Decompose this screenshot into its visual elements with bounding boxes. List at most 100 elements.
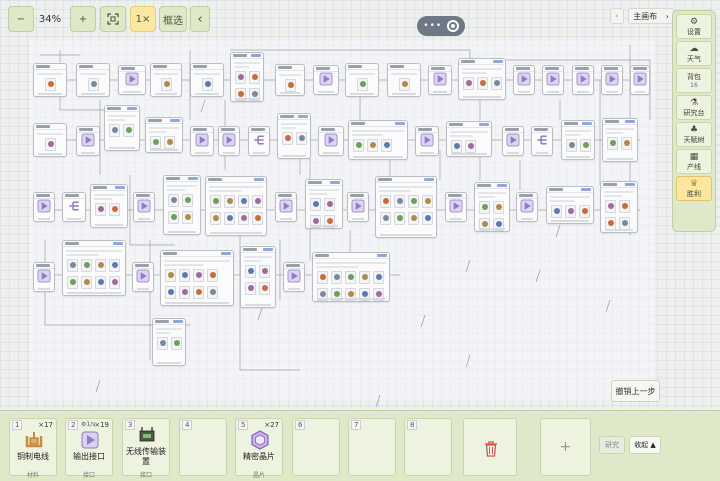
- machine-node[interactable]: [240, 246, 276, 308]
- machine-node[interactable]: [163, 175, 201, 235]
- trash-slot[interactable]: [463, 418, 517, 476]
- machine-node[interactable]: [474, 182, 510, 232]
- factory-canvas[interactable]: [0, 0, 720, 410]
- machine-node[interactable]: [602, 118, 638, 162]
- output-port-node[interactable]: [218, 126, 240, 156]
- machine-node[interactable]: [62, 240, 126, 296]
- machine-node[interactable]: [33, 63, 67, 97]
- hotbar-slot-2[interactable]: 2 ⚙1/s ×19 输出接口 接口: [65, 418, 113, 479]
- slot-number: 8: [407, 420, 418, 430]
- machine-node[interactable]: [277, 113, 311, 159]
- machine-node[interactable]: [312, 252, 390, 302]
- speed-button[interactable]: 1×: [130, 6, 156, 32]
- collapse-hotbar-button[interactable]: 收起 ▲: [629, 436, 661, 454]
- output-port-node[interactable]: [318, 126, 344, 156]
- output-port-node[interactable]: [347, 192, 369, 222]
- box-select-button[interactable]: 框选: [159, 6, 187, 32]
- right-sidebar: ⚙ 设置 ☁ 天气 背包 16 ⚗ 研究台 ♣ 天赋树 ▦ 产线 ♛ 胜利: [672, 10, 716, 232]
- sidebar-item-label: 胜利: [687, 189, 701, 198]
- machine-node[interactable]: [90, 184, 128, 228]
- canvas-back-button[interactable]: ‹: [610, 8, 624, 24]
- hotbar-slot-7[interactable]: 7: [348, 418, 396, 476]
- hotbar-slot-6[interactable]: 6: [292, 418, 340, 476]
- output-port-node[interactable]: [313, 65, 339, 95]
- tree-icon: ♣: [689, 124, 699, 135]
- sidebar-item-settings[interactable]: ⚙ 设置: [676, 14, 712, 39]
- machine-node[interactable]: [160, 250, 234, 306]
- output-port-node[interactable]: [33, 262, 55, 292]
- machine-node[interactable]: [345, 63, 379, 97]
- output-port-node[interactable]: [415, 126, 439, 156]
- research-button[interactable]: 研究: [599, 436, 625, 454]
- output-port-node[interactable]: [133, 192, 155, 222]
- output-port-node[interactable]: [572, 65, 594, 95]
- undo-button[interactable]: 撤销上一步: [611, 380, 660, 402]
- view-mode-toggle[interactable]: •••: [417, 16, 465, 36]
- sidebar-item-research[interactable]: ⚗ 研究台: [676, 95, 712, 120]
- sidebar-item-victory[interactable]: ♛ 胜利: [676, 176, 712, 201]
- sidebar-item-label: 天气: [687, 54, 701, 63]
- machine-node[interactable]: [600, 181, 638, 233]
- machine-node[interactable]: [150, 63, 182, 97]
- output-port-node[interactable]: [630, 65, 650, 95]
- output-port-node[interactable]: [283, 262, 305, 292]
- hotbar-slot-5[interactable]: 5 ×27 精密晶片 晶片: [235, 418, 283, 479]
- collapse-left-button[interactable]: ‹: [190, 6, 210, 32]
- chart-icon: ▦: [689, 151, 699, 162]
- output-port-node[interactable]: [76, 126, 100, 156]
- canvas-switcher[interactable]: 主画布 ›: [628, 8, 674, 24]
- output-port-node[interactable]: [428, 65, 452, 95]
- hotbar-slot-3[interactable]: 3 无线传输装置 接口: [122, 418, 170, 479]
- output-port-node[interactable]: [275, 192, 297, 222]
- machine-node[interactable]: [561, 120, 595, 160]
- machine-node[interactable]: [275, 64, 305, 96]
- scratch: [257, 307, 263, 321]
- machine-node[interactable]: [33, 123, 67, 157]
- machine-node[interactable]: [348, 120, 408, 160]
- hotbar-slot-4[interactable]: 4: [179, 418, 227, 476]
- machine-node[interactable]: [190, 63, 224, 97]
- backpack-count: 16: [690, 82, 698, 89]
- splitter-node[interactable]: [62, 192, 86, 222]
- hotbar-slot-8[interactable]: 8: [404, 418, 452, 476]
- sidebar-item-backpack[interactable]: 背包 16: [676, 68, 712, 93]
- machine-node[interactable]: [546, 186, 594, 224]
- output-port-node[interactable]: [513, 65, 535, 95]
- slot-name: 无线传输装置: [126, 447, 166, 466]
- output-port-node[interactable]: [601, 65, 623, 95]
- zoom-level: 34%: [38, 13, 62, 25]
- add-slot-button[interactable]: +: [540, 418, 591, 476]
- machine-node[interactable]: [230, 52, 264, 102]
- output-port-node[interactable]: [445, 192, 467, 222]
- machine-node[interactable]: [152, 318, 186, 366]
- output-port-node[interactable]: [118, 65, 146, 95]
- machine-node[interactable]: [205, 176, 267, 236]
- machine-node[interactable]: [446, 121, 492, 157]
- output-port-node[interactable]: [132, 262, 154, 292]
- fit-screen-button[interactable]: [100, 6, 126, 32]
- scratch: [95, 379, 101, 393]
- sidebar-item-talent-tree[interactable]: ♣ 天赋树: [676, 122, 712, 147]
- sidebar-item-weather[interactable]: ☁ 天气: [676, 41, 712, 66]
- machine-node[interactable]: [104, 105, 140, 151]
- machine-node[interactable]: [76, 63, 110, 97]
- output-port-node[interactable]: [190, 126, 214, 156]
- output-port-node[interactable]: [516, 192, 538, 222]
- machine-node[interactable]: [375, 176, 437, 238]
- splitter-node[interactable]: [531, 126, 553, 156]
- machine-node[interactable]: [145, 117, 183, 153]
- splitter-node[interactable]: [248, 126, 270, 156]
- sidebar-item-production-line[interactable]: ▦ 产线: [676, 149, 712, 174]
- slot-rate: ⚙1/s: [81, 421, 96, 428]
- zoom-out-button[interactable]: −: [8, 6, 34, 32]
- machine-node[interactable]: [305, 179, 343, 229]
- output-port-node[interactable]: [502, 126, 524, 156]
- output-port-node[interactable]: [542, 65, 564, 95]
- machine-node[interactable]: [387, 63, 421, 97]
- machine-node[interactable]: [458, 58, 506, 100]
- zoom-in-button[interactable]: +: [70, 6, 96, 32]
- hotbar-slot-1[interactable]: 1 ×17 铜制电线 材料: [9, 418, 57, 479]
- slot-count: ×19: [94, 421, 109, 429]
- slot-name: 铜制电线: [17, 452, 49, 461]
- output-port-node[interactable]: [33, 192, 55, 222]
